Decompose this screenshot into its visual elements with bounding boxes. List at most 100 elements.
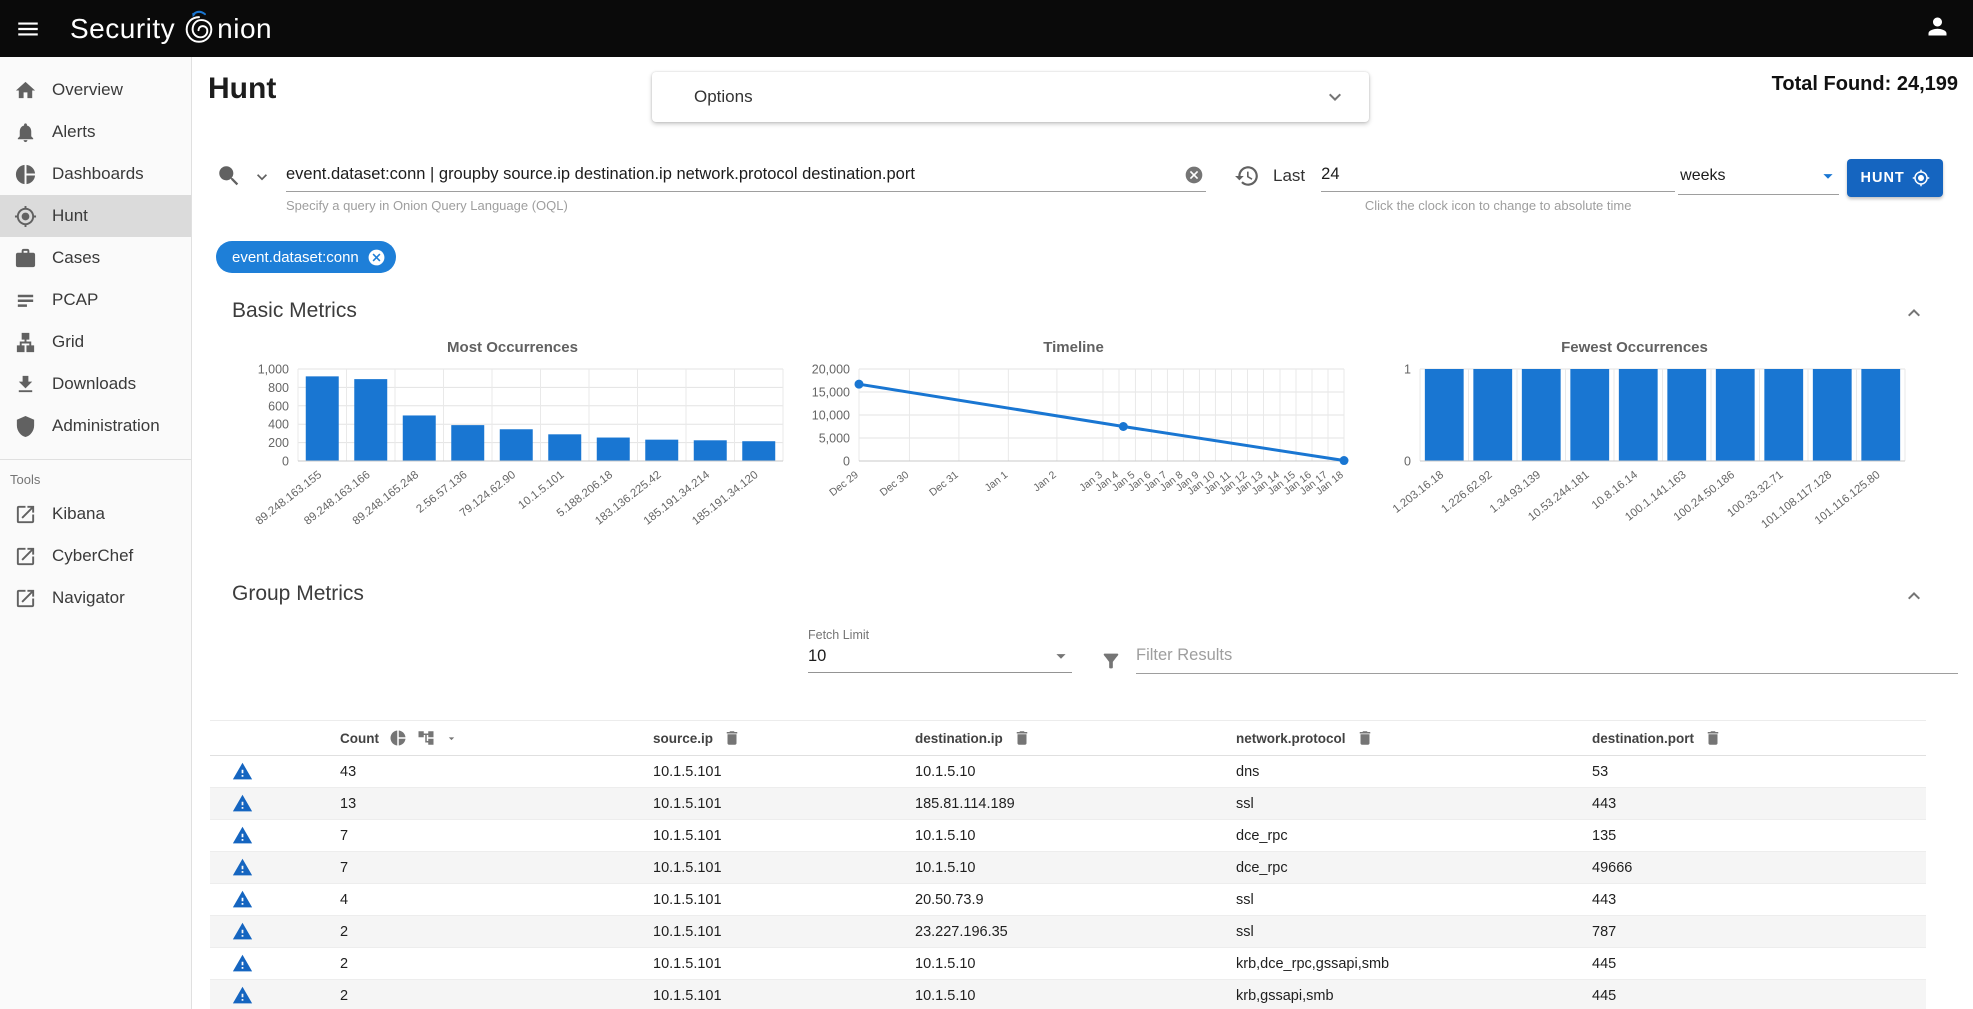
cell-Count: 13: [340, 796, 653, 812]
row-warning-cell: [210, 985, 274, 1006]
sidebar-item-navigator[interactable]: Navigator: [0, 577, 191, 619]
pie-chart-icon[interactable]: [389, 729, 407, 747]
basic-metrics-title: Basic Metrics: [232, 299, 357, 322]
column-header-label: destination.port: [1592, 731, 1694, 746]
tools-section-label: Tools: [0, 464, 191, 493]
chip-remove-icon[interactable]: [367, 248, 386, 267]
options-panel[interactable]: Options: [652, 72, 1369, 122]
account-person-icon[interactable]: [1924, 13, 1951, 45]
download-icon[interactable]: [14, 373, 37, 396]
cell-destination-port: 135: [1592, 828, 1926, 844]
filter-chip[interactable]: event.dataset:conn: [216, 241, 396, 273]
list-lines-icon[interactable]: [14, 289, 37, 312]
collapse-chevron-up-icon[interactable]: [1902, 584, 1926, 608]
home-icon[interactable]: [14, 79, 37, 102]
hamburger-menu-icon[interactable]: [0, 16, 56, 42]
column-header-destination-ip[interactable]: destination.ip: [915, 729, 1236, 747]
cell-destination-port: 443: [1592, 796, 1926, 812]
graph-icon[interactable]: [417, 729, 435, 747]
cell-Count: 2: [340, 924, 653, 940]
sidebar-item-label: Hunt: [52, 206, 88, 226]
basic-metrics-section-header: Basic Metrics: [208, 299, 1958, 329]
column-header-network-protocol[interactable]: network.protocol: [1236, 729, 1592, 747]
svg-text:Dec 29: Dec 29: [827, 469, 861, 499]
column-header-destination-port[interactable]: destination.port: [1592, 729, 1926, 747]
external-link-icon[interactable]: [14, 545, 37, 568]
warning-triangle-icon[interactable]: [232, 889, 253, 910]
table-row[interactable]: 1310.1.5.101185.81.114.189ssl443: [210, 788, 1926, 820]
sidebar-item-alerts[interactable]: Alerts: [0, 111, 191, 153]
svg-text:20,000: 20,000: [812, 363, 850, 377]
table-row[interactable]: 710.1.5.10110.1.5.10dce_rpc49666: [210, 852, 1926, 884]
warning-triangle-icon[interactable]: [232, 921, 253, 942]
chart-title: Most Occurrences: [232, 339, 793, 361]
chart-title: Fewest Occurrences: [1354, 339, 1915, 361]
column-header-source-ip[interactable]: source.ip: [653, 729, 915, 747]
time-units-select[interactable]: weeks: [1678, 159, 1839, 195]
sidebar-item-grid[interactable]: Grid: [0, 321, 191, 363]
top-navbar: Security nion: [0, 0, 1973, 57]
network-icon[interactable]: [14, 331, 37, 354]
sidebar-item-label: Dashboards: [52, 164, 144, 184]
external-link-icon[interactable]: [14, 587, 37, 610]
table-row[interactable]: 210.1.5.10123.227.196.35ssl787: [210, 916, 1926, 948]
cell-Count: 7: [340, 828, 653, 844]
sidebar-item-downloads[interactable]: Downloads: [0, 363, 191, 405]
column-header-Count[interactable]: Count: [340, 729, 653, 747]
warning-triangle-icon[interactable]: [232, 953, 253, 974]
fetch-limit-caret-icon[interactable]: [1050, 645, 1072, 667]
hunt-button[interactable]: HUNT: [1847, 159, 1943, 197]
fewest-occurrences-chart-box: Fewest Occurrences011.203.16.181.226.62.…: [1354, 339, 1915, 556]
warning-triangle-icon[interactable]: [232, 857, 253, 878]
trash-icon[interactable]: [1013, 729, 1031, 747]
clear-query-icon[interactable]: [1184, 165, 1204, 185]
briefcase-icon[interactable]: [14, 247, 37, 270]
shield-icon[interactable]: [14, 415, 37, 438]
sidebar-item-dashboards[interactable]: Dashboards: [0, 153, 191, 195]
search-icon[interactable]: [216, 163, 242, 189]
sidebar-item-overview[interactable]: Overview: [0, 69, 191, 111]
sidebar-item-administration[interactable]: Administration: [0, 405, 191, 447]
sidebar-item-hunt[interactable]: Hunt: [0, 195, 191, 237]
cell-Count: 2: [340, 988, 653, 1004]
table-row[interactable]: 710.1.5.10110.1.5.10dce_rpc135: [210, 820, 1926, 852]
warning-triangle-icon[interactable]: [232, 825, 253, 846]
cell-network-protocol: dce_rpc: [1236, 860, 1592, 876]
pie-chart-icon[interactable]: [14, 163, 37, 186]
sidebar-divider: [0, 459, 191, 460]
column-header-label: source.ip: [653, 731, 713, 746]
trash-icon[interactable]: [1356, 729, 1374, 747]
timeline-chart-box: Timeline05,00010,00015,00020,000Dec 29De…: [793, 339, 1354, 556]
chevron-down-icon[interactable]: [1323, 85, 1347, 109]
brand-prefix: Security: [70, 13, 175, 45]
relative-time-clock-icon[interactable]: [1234, 163, 1260, 189]
cell-destination-ip: 10.1.5.10: [915, 764, 1236, 780]
cell-source-ip: 10.1.5.101: [653, 956, 915, 972]
table-row[interactable]: 210.1.5.10110.1.5.10krb,dce_rpc,gssapi,s…: [210, 948, 1926, 980]
table-row[interactable]: 410.1.5.10120.50.73.9ssl443: [210, 884, 1926, 916]
query-input[interactable]: [286, 159, 1206, 192]
warning-triangle-icon[interactable]: [232, 985, 253, 1006]
query-history-chevron-icon[interactable]: [252, 167, 272, 187]
caret-down-icon[interactable]: [445, 732, 458, 745]
duration-input[interactable]: [1321, 159, 1675, 192]
sidebar-item-cases[interactable]: Cases: [0, 237, 191, 279]
sidebar-item-pcap[interactable]: PCAP: [0, 279, 191, 321]
trash-icon[interactable]: [1704, 729, 1722, 747]
bell-icon[interactable]: [14, 121, 37, 144]
sidebar-item-kibana[interactable]: Kibana: [0, 493, 191, 535]
collapse-chevron-up-icon[interactable]: [1902, 301, 1926, 325]
warning-triangle-icon[interactable]: [232, 793, 253, 814]
fetch-limit-select[interactable]: Fetch Limit 10: [808, 628, 1072, 673]
cell-network-protocol: krb,dce_rpc,gssapi,smb: [1236, 956, 1592, 972]
table-row[interactable]: 4310.1.5.10110.1.5.10dns53: [210, 756, 1926, 788]
crosshair-icon[interactable]: [14, 205, 37, 228]
external-link-icon[interactable]: [14, 503, 37, 526]
units-caret-down-icon[interactable]: [1817, 165, 1839, 187]
sidebar-item-cyberchef[interactable]: CyberChef: [0, 535, 191, 577]
trash-icon[interactable]: [723, 729, 741, 747]
table-row[interactable]: 210.1.5.10110.1.5.10krb,gssapi,smb445: [210, 980, 1926, 1009]
cell-destination-port: 787: [1592, 924, 1926, 940]
filter-results-input[interactable]: [1136, 642, 1958, 674]
warning-triangle-icon[interactable]: [232, 761, 253, 782]
